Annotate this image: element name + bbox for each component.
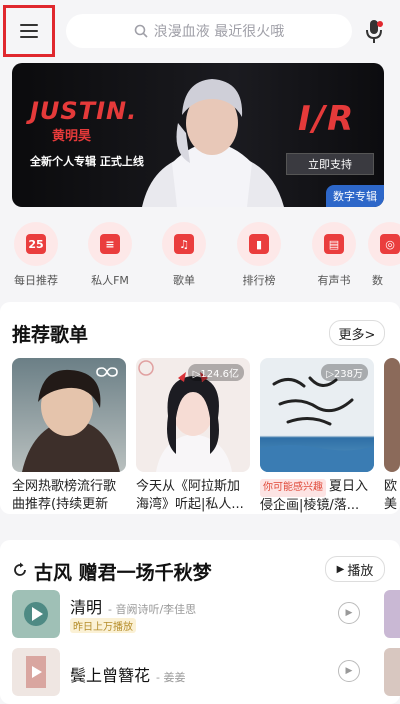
search-icon: [134, 24, 148, 38]
playlist-icon: ♫: [162, 222, 206, 266]
next-column-cover: [384, 590, 400, 638]
playlist-card[interactable]: ▷238万 你可能感兴趣 夏日入侵企画|棱镜/落...: [260, 358, 374, 514]
refresh-icon[interactable]: [12, 562, 28, 578]
quick-item-playlist[interactable]: ♫ 歌单: [154, 222, 214, 288]
playlist-cover: [384, 358, 400, 472]
song-artist: - 姜姜: [156, 671, 186, 684]
song-row[interactable]: 清明 - 音阙诗听/李佳思 昨日上万播放 ▶: [12, 590, 388, 642]
digital-album-tag: 数字专辑: [326, 185, 384, 207]
quick-label: 私人FM: [91, 274, 129, 287]
quick-label: 排行榜: [242, 274, 276, 287]
play-icon[interactable]: ▶: [338, 602, 360, 624]
support-button[interactable]: 立即支持: [286, 153, 374, 175]
play-count: ▷124.6亿: [187, 364, 244, 381]
song-artist: - 音阙诗听/李佳思: [108, 603, 197, 616]
song-title: 清明 - 音阙诗听/李佳思: [70, 598, 197, 617]
next-column-cover: [384, 648, 400, 696]
book-icon: ▤: [312, 222, 356, 266]
search-box[interactable]: 浪漫血液 最近很火哦: [66, 14, 352, 48]
calendar-icon: 25: [14, 222, 58, 266]
radio-icon: ≡: [88, 222, 132, 266]
quick-item-fm[interactable]: ≡ 私人FM: [80, 222, 140, 288]
banner-slogan: 全新个人专辑 正式上线: [30, 155, 144, 168]
artist-photo: [142, 79, 284, 207]
quick-label: 有声书: [317, 274, 351, 287]
song-badge: 昨日上万播放: [70, 618, 136, 633]
quick-item-charts[interactable]: ▮ 排行榜: [229, 222, 289, 288]
playlist-name: 欧美奏: [384, 479, 398, 512]
album-logo: I/R: [298, 99, 356, 139]
interest-badge: 你可能感兴趣: [260, 479, 326, 497]
digital-album-icon: ◎: [368, 222, 400, 266]
quick-item-audiobook[interactable]: ▤ 有声书: [304, 222, 364, 288]
playlist-card[interactable]: 全网热歌榜流行歌曲推荐(持续更新中): [12, 358, 126, 514]
hamburger-icon: [20, 24, 38, 38]
quick-label: 每日推荐: [14, 274, 58, 287]
banner-brand-cn: 黄明昊: [52, 129, 92, 144]
playlist-name: 你可能感兴趣 夏日入侵企画|棱镜/落...: [260, 479, 369, 513]
song-row[interactable]: 鬓上曾簪花 - 姜姜 ▶: [12, 648, 388, 700]
menu-button[interactable]: [3, 5, 55, 57]
quick-item-daily[interactable]: 25 每日推荐: [6, 222, 66, 288]
play-icon[interactable]: ▶: [338, 660, 360, 682]
playlist-name: 今天从《阿拉斯加海湾》听起|私人...: [136, 479, 244, 512]
promo-banner[interactable]: JUSTIN. 黄明昊 全新个人专辑 正式上线 I/R 立即支持 数字专辑: [12, 63, 384, 207]
section-title: 推荐歌单: [12, 324, 89, 346]
playlist-cover: [12, 358, 126, 472]
playlist-card[interactable]: 欧美奏: [384, 358, 400, 514]
chart-icon: ▮: [237, 222, 281, 266]
play-count: ▷238万: [321, 364, 368, 381]
play-all-button[interactable]: ▶ 播放: [325, 556, 385, 582]
song-cover: [12, 648, 60, 696]
quick-entry-row: 25 每日推荐 ≡ 私人FM ♫ 歌单 ▮ 排行榜 ▤ 有声书 ◎ 数: [0, 222, 400, 292]
song-cover: [12, 590, 60, 638]
quick-item-digital[interactable]: ◎ 数: [368, 222, 400, 288]
banner-brand-en: JUSTIN.: [30, 97, 138, 125]
search-placeholder: 浪漫血液 最近很火哦: [153, 24, 285, 40]
top-bar: 浪漫血液 最近很火哦: [0, 0, 400, 62]
play-icon: ▶: [336, 563, 345, 575]
playlist-name: 全网热歌榜流行歌曲推荐(持续更新中): [12, 479, 117, 512]
infinity-icon: [96, 367, 118, 377]
song-title: 鬓上曾簪花 - 姜姜: [70, 666, 186, 685]
quick-label: 歌单: [173, 274, 195, 287]
playlist-cover: ▷124.6亿: [136, 358, 250, 472]
more-button[interactable]: 更多>: [329, 320, 385, 346]
microphone-icon[interactable]: [363, 18, 385, 44]
playlist-card[interactable]: ▷124.6亿 今天从《阿拉斯加海湾》听起|私人...: [136, 358, 250, 514]
section-title: 古风 赠君一场千秋梦: [34, 562, 212, 584]
quick-label: 数: [372, 274, 383, 287]
playlist-cover: ▷238万: [260, 358, 374, 472]
